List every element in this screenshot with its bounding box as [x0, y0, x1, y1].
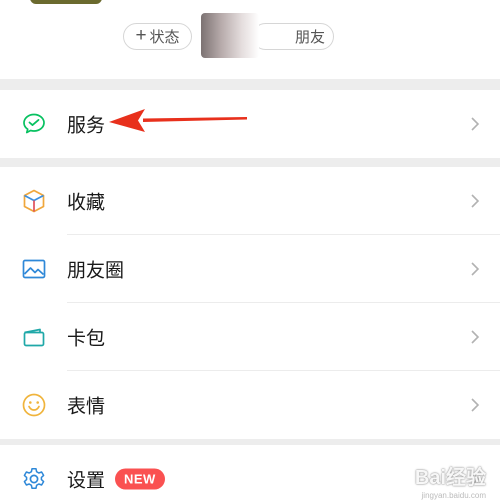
friend-chip-label: 朋友 — [294, 29, 325, 46]
services-section: 服务 — [0, 90, 500, 158]
menu-item-services-label: 服务 — [67, 115, 106, 137]
annotation-arrow — [109, 109, 247, 132]
status-chip[interactable]: + 状态 — [123, 23, 192, 50]
watermark: Bai经验 — [414, 467, 486, 489]
chevron-right-icon — [471, 262, 480, 276]
menu-item-moments[interactable]: 朋友圈 — [0, 235, 500, 303]
menu-item-card-wallet-label: 卡包 — [67, 328, 106, 350]
chevron-right-icon — [471, 194, 480, 208]
status-chip-label: 状态 — [149, 29, 180, 46]
wechat-pay-icon — [23, 113, 45, 134]
smiley-icon — [22, 393, 46, 417]
moments-photo-icon — [22, 259, 46, 279]
gear-icon — [23, 468, 45, 489]
menu-item-favorites-label: 收藏 — [67, 192, 106, 214]
menu-item-settings-label: 设置 — [67, 470, 106, 492]
menu-item-moments-label: 朋友圈 — [67, 260, 125, 282]
new-badge: NEW — [115, 468, 165, 490]
features-section: 收藏 朋友圈 卡包 表情 — [0, 167, 500, 439]
chevron-right-icon — [471, 398, 480, 412]
favorites-cube-icon — [23, 189, 45, 213]
menu-item-services[interactable]: 服务 — [0, 90, 500, 158]
plus-icon: + — [135, 25, 147, 46]
menu-item-stickers-label: 表情 — [67, 396, 106, 418]
profile-header: + 状态 朋友 — [0, 0, 500, 79]
blurred-friend-avatar — [201, 13, 259, 58]
card-wallet-icon — [23, 328, 45, 347]
avatar[interactable] — [30, 0, 102, 4]
watermark-url: jingyan.baidu.com — [421, 491, 486, 500]
chevron-right-icon — [471, 117, 480, 131]
chevron-right-icon — [471, 330, 480, 344]
friend-chip[interactable]: 朋友 — [252, 23, 334, 50]
menu-item-favorites[interactable]: 收藏 — [0, 167, 500, 235]
menu-item-stickers[interactable]: 表情 — [0, 371, 500, 439]
menu-item-card-wallet[interactable]: 卡包 — [0, 303, 500, 371]
